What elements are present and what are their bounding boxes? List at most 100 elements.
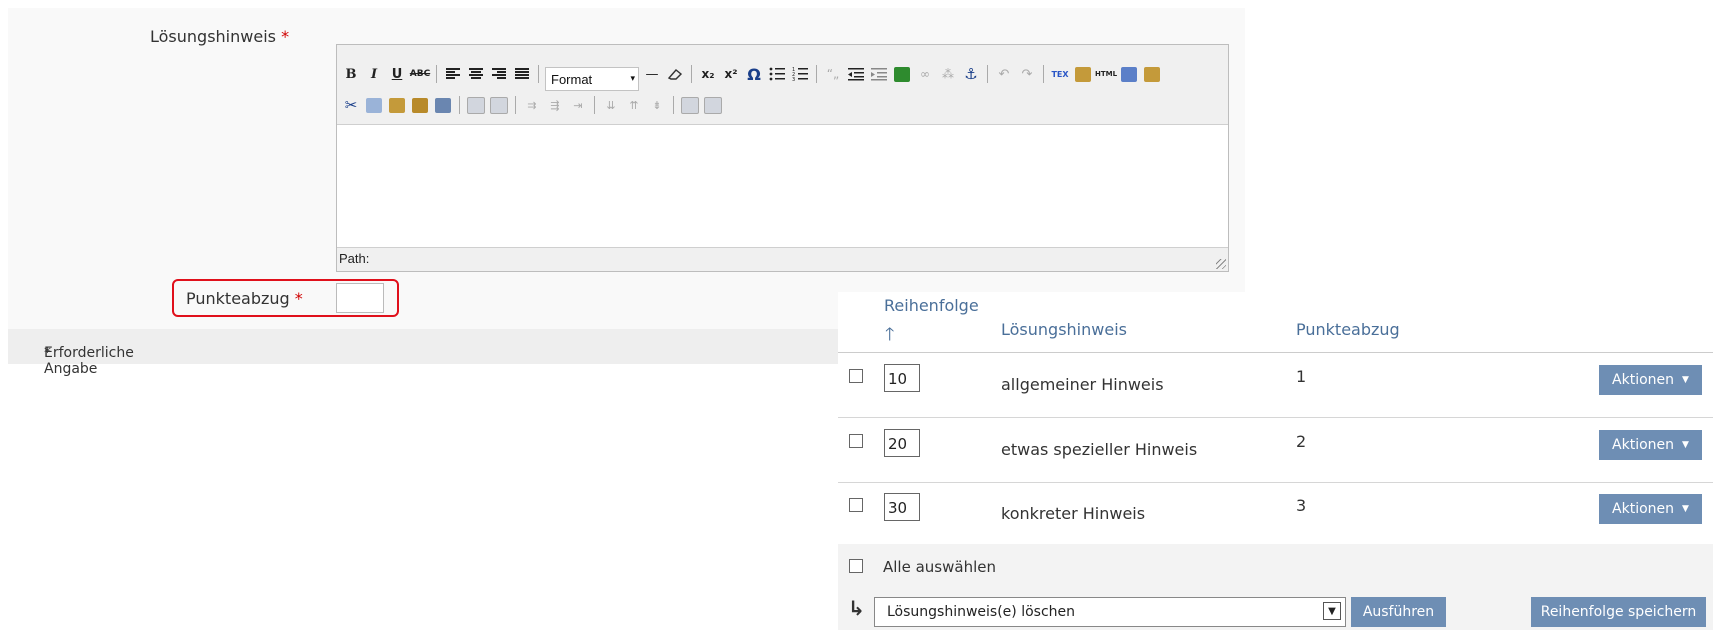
- points-cell: 2: [1296, 432, 1307, 451]
- bulk-arrow-icon: ↳: [848, 596, 865, 620]
- svg-text:3: 3: [792, 77, 795, 81]
- blockquote-icon[interactable]: “„: [823, 64, 843, 84]
- split-cells-icon[interactable]: [680, 95, 700, 115]
- paste-icon[interactable]: [387, 95, 407, 115]
- horizontal-rule-icon[interactable]: —: [642, 64, 662, 84]
- caret-down-icon: ▼: [1682, 375, 1689, 385]
- editor-toolbar-row-1: B I U ABC Format ▾ — x₂ x² Ω 123 “„ ∞ ⁂ …: [341, 61, 1162, 91]
- order-input[interactable]: 10: [884, 364, 920, 392]
- format-select-label: Format: [551, 72, 593, 87]
- points-label: Punkteabzug *: [186, 289, 303, 308]
- link-icon[interactable]: ∞: [915, 64, 935, 84]
- table-icon[interactable]: [466, 95, 486, 115]
- numbered-list-icon[interactable]: 123: [790, 64, 810, 84]
- save-order-button[interactable]: Reihenfolge speichern: [1531, 597, 1706, 627]
- hint-cell: konkreter Hinweis: [1001, 504, 1146, 523]
- insert-col-before-icon[interactable]: ⇊: [601, 95, 621, 115]
- outdent-icon[interactable]: [846, 64, 866, 84]
- undo-icon[interactable]: ↶: [994, 64, 1014, 84]
- edit-icon[interactable]: [433, 95, 453, 115]
- bulk-action-value: Lösungshinweis(e) löschen: [887, 604, 1076, 620]
- order-input[interactable]: 30: [884, 493, 920, 521]
- omega-icon[interactable]: Ω: [744, 64, 764, 84]
- tex-icon[interactable]: TEX: [1050, 64, 1070, 84]
- delete-col-icon[interactable]: ⇟: [647, 95, 667, 115]
- align-left-icon[interactable]: [443, 64, 463, 84]
- actions-button[interactable]: Aktionen ▼: [1599, 365, 1702, 395]
- toolbar-separator: [515, 96, 516, 114]
- select-all-checkbox[interactable]: [849, 559, 863, 573]
- insert-row-after-icon[interactable]: ⇶: [545, 95, 565, 115]
- bulk-action-select[interactable]: Lösungshinweis(e) löschen ▼: [874, 597, 1346, 627]
- sort-ascending-icon[interactable]: 🡑: [885, 322, 894, 352]
- toolbar-separator: [816, 65, 817, 83]
- select-all-label[interactable]: Alle auswählen: [883, 558, 996, 576]
- toolbar-separator: [691, 65, 692, 83]
- editor-path: Path:: [339, 251, 370, 266]
- editor-toolbar-row-2: ✂ ⇉ ⇶ ⇥ ⇊ ⇈ ⇟: [341, 92, 723, 118]
- strikethrough-icon[interactable]: ABC: [410, 64, 430, 84]
- actions-button[interactable]: Aktionen ▼: [1599, 430, 1702, 460]
- table-row: 20 etwas spezieller Hinweis 2 Aktionen ▼: [838, 418, 1713, 483]
- html-icon[interactable]: HTML: [1095, 64, 1117, 84]
- hint-label: Lösungshinweis *: [150, 27, 289, 46]
- unlink-icon[interactable]: ⁂: [938, 64, 958, 84]
- paste-text-icon[interactable]: [410, 95, 430, 115]
- points-label-text: Punkteabzug: [186, 289, 290, 308]
- points-cell: 1: [1296, 367, 1307, 386]
- underline-icon[interactable]: U: [387, 64, 407, 84]
- redo-icon[interactable]: ↷: [1017, 64, 1037, 84]
- insert-media-icon[interactable]: [1142, 64, 1162, 84]
- hint-cell: etwas spezieller Hinweis: [1001, 440, 1198, 459]
- column-header-hint[interactable]: Lösungshinweis: [1001, 320, 1127, 339]
- row-checkbox[interactable]: [849, 434, 863, 448]
- subscript-icon[interactable]: x₂: [698, 64, 718, 84]
- insert-row-before-icon[interactable]: ⇉: [522, 95, 542, 115]
- paste-word-icon[interactable]: [1073, 64, 1093, 84]
- row-checkbox[interactable]: [849, 369, 863, 383]
- bold-icon[interactable]: B: [341, 64, 361, 84]
- points-cell: 3: [1296, 496, 1307, 515]
- actions-button[interactable]: Aktionen ▼: [1599, 494, 1702, 524]
- toolbar-separator: [459, 96, 460, 114]
- toolbar-separator: [1043, 65, 1044, 83]
- order-input[interactable]: 20: [884, 429, 920, 457]
- hint-cell: allgemeiner Hinweis: [1001, 375, 1164, 394]
- bullet-list-icon[interactable]: [767, 64, 787, 84]
- align-justify-icon[interactable]: [512, 64, 532, 84]
- format-select[interactable]: Format ▾: [545, 67, 639, 91]
- insert-col-after-icon[interactable]: ⇈: [624, 95, 644, 115]
- caret-down-icon: ▼: [1682, 440, 1689, 450]
- hints-table-panel: Reihenfolge 🡑 Lösungshinweis Punkteabzug…: [838, 292, 1713, 630]
- superscript-icon[interactable]: x²: [721, 64, 741, 84]
- toolbar-separator: [594, 96, 595, 114]
- table-row: 10 allgemeiner Hinweis 1 Aktionen ▼: [838, 353, 1713, 418]
- column-header-order[interactable]: Reihenfolge: [884, 296, 979, 315]
- row-checkbox[interactable]: [849, 498, 863, 512]
- image-icon[interactable]: [892, 64, 912, 84]
- delete-row-icon[interactable]: ⇥: [568, 95, 588, 115]
- cell-props-icon[interactable]: [489, 95, 509, 115]
- align-center-icon[interactable]: [466, 64, 486, 84]
- toolbar-separator: [987, 65, 988, 83]
- execute-button[interactable]: Ausführen: [1351, 597, 1446, 627]
- italic-icon[interactable]: I: [364, 64, 384, 84]
- resize-handle-icon[interactable]: [1216, 259, 1226, 269]
- points-deduction-input[interactable]: [336, 283, 384, 313]
- eraser-icon[interactable]: [665, 64, 685, 84]
- align-right-icon[interactable]: [489, 64, 509, 84]
- toolbar-separator: [436, 65, 437, 83]
- toolbar-separator: [673, 96, 674, 114]
- copy-icon[interactable]: [364, 95, 384, 115]
- cut-icon[interactable]: ✂: [341, 95, 361, 115]
- table-row: 30 konkreter Hinweis 3 Aktionen ▼: [838, 482, 1713, 547]
- fullscreen-icon[interactable]: [1119, 64, 1139, 84]
- merge-cells-icon[interactable]: [703, 95, 723, 115]
- anchor-icon[interactable]: ⚓: [961, 64, 981, 84]
- editor-content-area[interactable]: [337, 124, 1228, 248]
- required-marker: *: [294, 289, 303, 308]
- rich-text-editor: B I U ABC Format ▾ — x₂ x² Ω 123 “„ ∞ ⁂ …: [336, 44, 1229, 272]
- indent-icon[interactable]: [869, 64, 889, 84]
- required-marker: *: [281, 27, 290, 46]
- column-header-points[interactable]: Punkteabzug: [1296, 320, 1400, 339]
